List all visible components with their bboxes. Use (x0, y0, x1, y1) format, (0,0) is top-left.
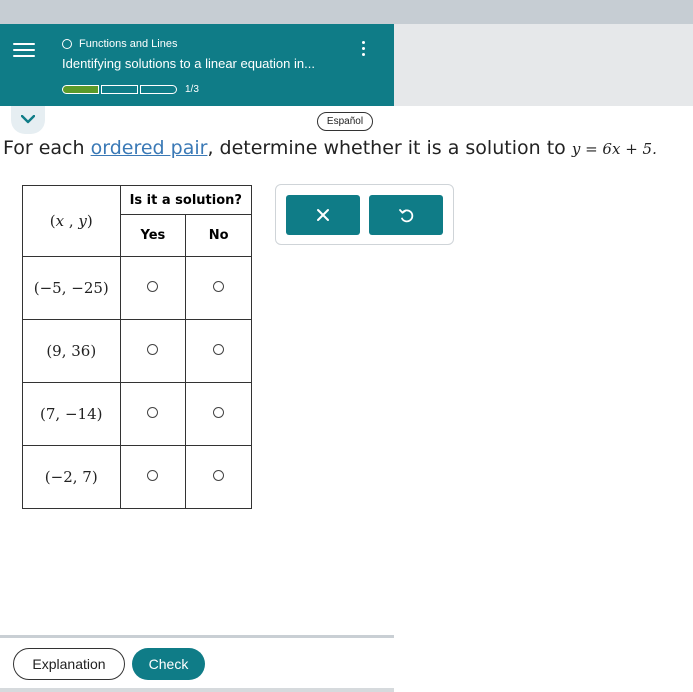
explanation-button[interactable]: Explanation (13, 648, 125, 680)
check-button[interactable]: Check (132, 648, 205, 680)
table-row: (9, 36) (22, 319, 252, 383)
yes-radio[interactable] (147, 344, 159, 355)
progress-segment-1 (62, 85, 99, 94)
question-suffix: , determine whether it is a solution to (207, 137, 572, 159)
table-row: (−2, 7) (22, 445, 252, 509)
topic-circle-icon (62, 39, 72, 49)
progress-bar: 1/3 (62, 84, 199, 95)
footer-divider (0, 635, 394, 638)
lesson-title: Identifying solutions to a linear equati… (62, 56, 315, 71)
more-options-icon[interactable] (356, 39, 372, 59)
table-row: (−5, −25) (22, 256, 252, 320)
no-radio[interactable] (213, 281, 225, 292)
ordered-pair-cell: (−2, 7) (22, 445, 121, 509)
topic-label: Functions and Lines (79, 38, 178, 50)
yes-radio[interactable] (147, 281, 159, 292)
times-icon (317, 209, 329, 221)
no-radio[interactable] (213, 407, 225, 418)
undo-icon (399, 209, 414, 223)
yes-column-header: Yes (119, 214, 187, 257)
progress-text: 1/3 (185, 84, 199, 95)
pair-column-header: (x , y) (22, 185, 121, 257)
progress-segment-3 (140, 85, 177, 94)
progress-segment-2 (101, 85, 138, 94)
yes-radio[interactable] (147, 470, 159, 481)
collapse-header-button[interactable] (11, 106, 45, 134)
equation: y = 6x + 5. (571, 140, 657, 158)
ordered-pair-cell: (9, 36) (22, 319, 121, 383)
chevron-down-icon (21, 115, 35, 124)
table-row: (7, −14) (22, 382, 252, 446)
answer-tools-panel (275, 184, 454, 245)
yes-radio[interactable] (147, 407, 159, 418)
menu-icon[interactable] (13, 41, 35, 59)
bottom-bar (0, 688, 394, 692)
no-column-header: No (185, 214, 252, 257)
browser-top-strip (0, 0, 693, 24)
ordered-pair-cell: (−5, −25) (22, 256, 121, 320)
undo-button[interactable] (369, 195, 443, 235)
language-button[interactable]: Español (317, 112, 373, 131)
no-radio[interactable] (213, 470, 225, 481)
solution-table: (x , y) Is it a solution? Yes No (−5, −2… (22, 185, 253, 509)
no-radio[interactable] (213, 344, 225, 355)
ordered-pair-cell: (7, −14) (22, 382, 121, 446)
question-text: For each ordered pair, determine whether… (3, 137, 657, 159)
solution-column-header: Is it a solution? (119, 185, 253, 215)
question-prefix: For each (3, 137, 91, 159)
lesson-header: Functions and Lines Identifying solution… (0, 24, 394, 106)
ordered-pair-link[interactable]: ordered pair (91, 137, 208, 159)
clear-button[interactable] (286, 195, 360, 235)
header-side-panel (394, 24, 693, 106)
topic-row: Functions and Lines (62, 38, 177, 50)
